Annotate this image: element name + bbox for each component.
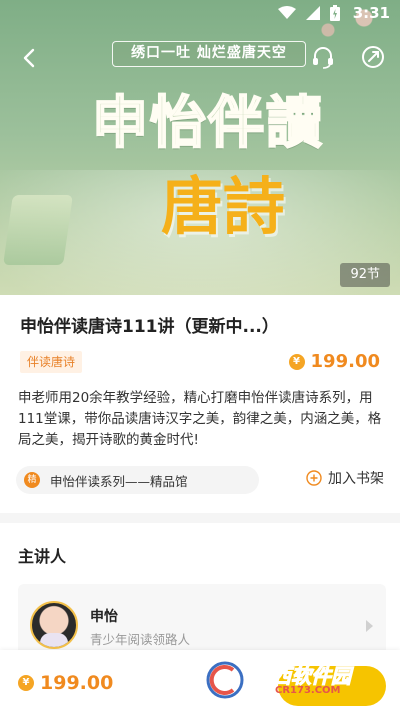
watermark: 西西软件园 CR173.COM (203, 660, 383, 700)
course-detail-page: 3:31 绣口一吐 灿烂盛唐天空 申怡伴讀 唐詩 92节 申怡伴读唐诗111讲（… (0, 0, 400, 706)
lantern-decoration (3, 195, 73, 265)
course-tag[interactable]: 伴读唐诗 (20, 351, 83, 373)
banner-title-sub: 唐詩 (160, 170, 285, 243)
status-bar: 3:31 (0, 0, 400, 28)
add-to-bookshelf-button[interactable]: 加入书架 (306, 468, 384, 488)
lecturer-name: 申怡 (90, 609, 118, 625)
status-icons (278, 5, 340, 21)
lecturer-role: 青少年阅读领路人 (90, 632, 191, 647)
chevron-right-icon (366, 620, 373, 632)
section-divider (0, 513, 400, 523)
series-link[interactable]: 精 申怡伴读系列——精品馆 (16, 466, 259, 494)
watermark-logo-icon (205, 660, 245, 700)
bottom-price-value: 199.00 (40, 672, 114, 694)
course-title: 申怡伴读唐诗111讲（更新中...） (20, 317, 279, 337)
course-banner: 3:31 绣口一吐 灿烂盛唐天空 申怡伴讀 唐詩 92节 (0, 0, 400, 295)
series-badge: 精 (24, 472, 40, 488)
series-name: 申怡伴读系列——精品馆 (50, 473, 188, 489)
back-arrow-icon[interactable] (16, 44, 44, 72)
status-time: 3:31 (352, 4, 390, 22)
share-icon[interactable] (360, 44, 386, 70)
coin-icon: ¥ (288, 353, 305, 370)
bottom-price: ¥ 199.00 (18, 672, 113, 694)
price-value: 199.00 (310, 351, 380, 372)
bookshelf-label: 加入书架 (328, 471, 384, 487)
headphones-icon[interactable] (310, 44, 336, 70)
coin-icon: ¥ (18, 675, 34, 691)
wifi-icon (278, 6, 296, 19)
battery-icon (330, 5, 340, 21)
episode-count-badge: 92节 (340, 263, 390, 287)
plus-circle-icon (306, 470, 322, 486)
avatar (30, 601, 78, 649)
banner-slogan: 绣口一吐 灿烂盛唐天空 (112, 41, 306, 67)
watermark-url: CR173.COM (275, 685, 341, 696)
lecturer-section-title: 主讲人 (18, 547, 67, 566)
course-price: ¥ 199.00 (288, 351, 380, 372)
banner-actions (310, 44, 386, 70)
banner-title-main: 申怡伴讀 (91, 89, 324, 157)
signal-icon (306, 6, 320, 20)
course-description: 申老师用20余年教学经验，精心打磨申怡伴读唐诗系列，用111堂课，带你品读唐诗汉… (18, 390, 382, 448)
